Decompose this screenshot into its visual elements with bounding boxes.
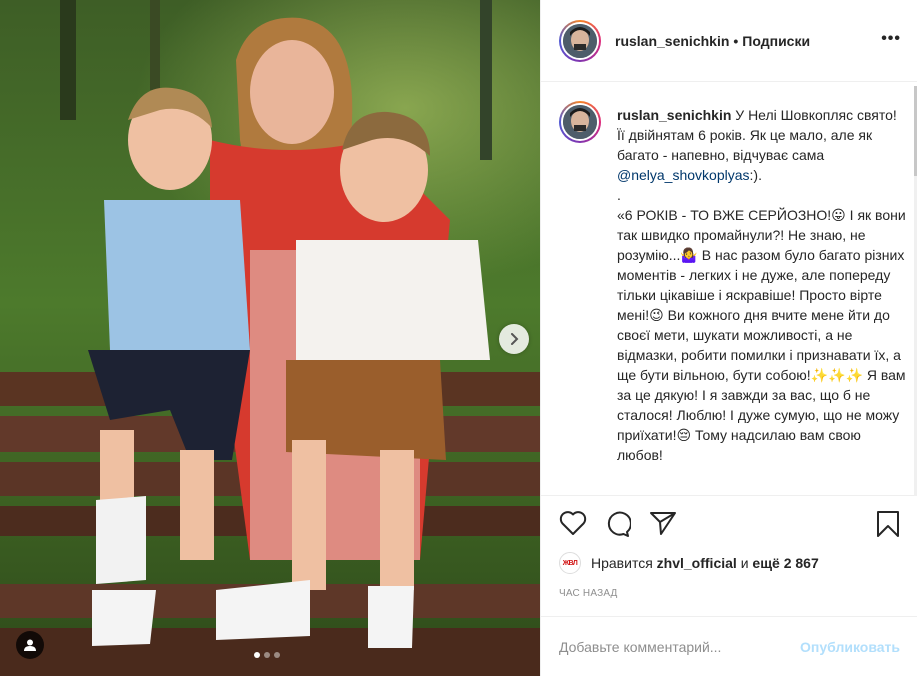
avatar[interactable] xyxy=(559,19,601,62)
paper-plane-icon xyxy=(650,512,676,535)
like-button[interactable] xyxy=(559,510,587,541)
post-timestamp[interactable]: ЧАС НАЗАД xyxy=(559,588,618,599)
caption-body: «6 РОКІВ - ТО ВЖЕ СЕРЙОЗНО!😛 І як вони т… xyxy=(617,207,906,443)
liker-avatar[interactable]: ЖВЛ xyxy=(559,552,581,574)
likes-row: ЖВЛ Нравится zhvl_official и ещё 2 867 xyxy=(559,552,819,574)
post-photo[interactable] xyxy=(0,0,540,676)
comment-icon xyxy=(607,511,632,537)
comment-input[interactable] xyxy=(559,638,801,655)
tagged-users-button[interactable] xyxy=(16,631,44,659)
carousel-dot-3 xyxy=(274,652,280,658)
comment-button[interactable] xyxy=(603,510,632,543)
header-username[interactable]: ruslan_senichkin xyxy=(615,33,729,49)
bookmark-icon xyxy=(877,511,899,537)
caption-avatar[interactable] xyxy=(559,101,601,143)
caption-area: ruslan_senichkin У Нелі Шовкопляс свято!… xyxy=(541,83,917,496)
caption-username[interactable]: ruslan_senichkin xyxy=(617,107,731,123)
carousel-dot-1 xyxy=(254,652,260,658)
chevron-right-icon xyxy=(511,333,519,345)
likes-count[interactable]: ещё 2 867 xyxy=(752,555,818,571)
carousel-indicator xyxy=(254,652,280,658)
save-button[interactable] xyxy=(875,510,901,543)
comment-form: Опубликовать xyxy=(541,616,917,676)
caption-dot: . xyxy=(617,187,621,203)
caption-part-3: «6 РОКІВ - ТО ВЖЕ СЕРЙОЗНО!😛 І як вони т… xyxy=(617,205,907,465)
next-photo-button[interactable] xyxy=(499,324,529,354)
publish-button[interactable]: Опубликовать xyxy=(800,639,900,655)
liker-username[interactable]: zhvl_official xyxy=(657,555,737,571)
action-bar xyxy=(541,510,917,550)
mention-link[interactable]: @nelya_shovkoplyas xyxy=(617,167,750,183)
carousel-dot-2 xyxy=(264,652,270,658)
post-header: ruslan_senichkin • Подписки ••• xyxy=(541,0,917,82)
likes-prefix: Нравится xyxy=(591,555,657,571)
user-icon xyxy=(24,639,36,651)
likes-text: Нравится zhvl_official и ещё 2 867 xyxy=(591,555,819,571)
post-side-panel: ruslan_senichkin • Подписки ••• ruslan_s… xyxy=(540,0,917,676)
likes-middle: и xyxy=(736,555,753,571)
caption-part-2: :). xyxy=(749,167,762,183)
separator-dot: • xyxy=(733,32,739,49)
more-options-icon[interactable]: ••• xyxy=(881,30,901,48)
following-button[interactable]: Подписки xyxy=(742,33,810,49)
caption-text: ruslan_senichkin У Нелі Шовкопляс свято!… xyxy=(617,105,907,465)
photo-image xyxy=(0,0,540,676)
share-button[interactable] xyxy=(649,510,677,541)
heart-icon xyxy=(559,511,587,535)
